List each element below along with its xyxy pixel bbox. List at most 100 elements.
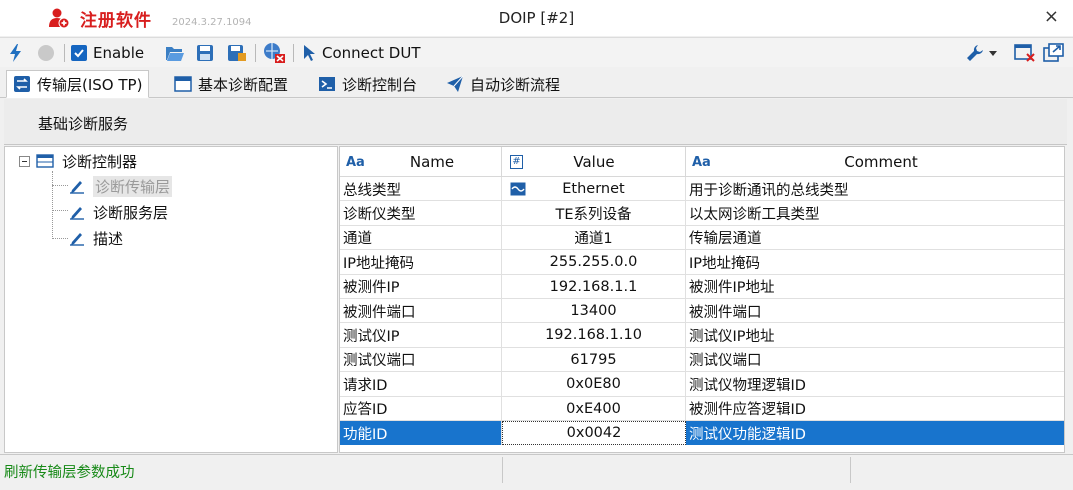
pencil-icon <box>70 181 84 194</box>
table-row[interactable]: 被测件端口 13400 被测件端口 <box>340 299 1064 324</box>
cell-name[interactable]: 通道 <box>340 225 502 250</box>
close-window-button[interactable] <box>1014 42 1036 64</box>
enable-checkbox[interactable]: Enable <box>71 42 144 64</box>
network-disconnect-icon <box>264 43 285 63</box>
cell-comment[interactable]: 用于诊断通讯的总线类型 <box>686 177 1064 201</box>
cell-value[interactable]: TE系列设备 <box>502 201 686 226</box>
cell-value-text: 255.255.0.0 <box>549 254 638 271</box>
save-icon <box>197 45 213 61</box>
window-popout-icon <box>1043 43 1064 62</box>
tree-node-service[interactable]: 诊断服务层 <box>69 201 168 223</box>
tree-node-transport[interactable]: 诊断传输层 <box>69 175 173 197</box>
tree-node-label: 诊断传输层 <box>93 175 173 197</box>
table-row[interactable]: IP地址掩码 255.255.0.0 IP地址掩码 <box>340 250 1064 275</box>
cell-comment[interactable]: 测试仪IP地址 <box>686 323 1064 347</box>
tree-connector <box>52 171 53 239</box>
cell-comment[interactable]: 测试仪端口 <box>686 348 1064 372</box>
tab-console[interactable]: 诊断控制台 <box>312 70 423 98</box>
table-row[interactable]: 功能ID 0x0042 测试仪功能逻辑ID <box>340 421 1064 446</box>
cell-name[interactable]: IP地址掩码 <box>340 250 502 275</box>
column-label: Comment <box>844 153 918 171</box>
toolbar-separator <box>255 44 256 62</box>
cell-value-text: 13400 <box>570 303 617 319</box>
cell-value[interactable]: 255.255.0.0 <box>502 250 686 275</box>
tab-bar: 传输层(ISO TP) 基本诊断配置 诊断控制台 自动诊断流程 <box>0 68 1073 98</box>
tab-label: 诊断控制台 <box>342 75 418 94</box>
cell-name[interactable]: 诊断仪类型 <box>340 201 502 226</box>
cell-name[interactable]: 被测件端口 <box>340 299 502 323</box>
table-row[interactable]: 测试仪IP 192.168.1.10 测试仪IP地址 <box>340 323 1064 348</box>
tree-connector <box>52 210 68 211</box>
cell-name[interactable]: 测试仪端口 <box>340 347 502 372</box>
cell-value[interactable]: 0x0E80 <box>502 372 686 397</box>
cell-value[interactable]: Ethernet <box>502 177 686 201</box>
table-row[interactable]: 请求ID 0x0E80 测试仪物理逻辑ID <box>340 372 1064 397</box>
close-button[interactable]: × <box>1044 6 1059 27</box>
cell-value-text: 192.168.1.10 <box>545 327 642 344</box>
column-label: Value <box>573 153 615 171</box>
detach-window-button[interactable] <box>1043 42 1065 64</box>
cell-value[interactable]: 61795 <box>502 347 686 372</box>
save-button[interactable] <box>196 42 214 64</box>
ethernet-wave-icon <box>510 182 526 196</box>
table-icon <box>36 154 54 168</box>
toolbar-separator <box>64 44 65 62</box>
window-title: DOIP [#2] <box>498 9 575 27</box>
pencil-icon <box>70 207 84 220</box>
cell-comment[interactable]: 测试仪物理逻辑ID <box>686 372 1064 396</box>
column-header-name[interactable]: Aa Name <box>340 147 502 177</box>
cell-name[interactable]: 被测件IP <box>340 274 502 299</box>
lightning-button[interactable] <box>8 42 24 64</box>
collapse-icon[interactable] <box>19 155 30 167</box>
tree-node-description[interactable]: 描述 <box>69 227 123 249</box>
column-header-comment[interactable]: Aa Comment <box>686 147 1064 177</box>
cell-comment[interactable]: 被测件应答逻辑ID <box>686 397 1064 421</box>
cell-value[interactable]: 13400 <box>502 299 686 323</box>
open-folder-button[interactable] <box>165 42 185 64</box>
table-row[interactable]: 测试仪端口 61795 测试仪端口 <box>340 347 1064 373</box>
cell-name[interactable]: 功能ID <box>340 421 502 445</box>
tree-node-label: 描述 <box>93 229 124 248</box>
cell-comment[interactable]: 测试仪功能逻辑ID <box>686 421 1064 445</box>
tab-auto-flow[interactable]: 自动诊断流程 <box>440 70 566 98</box>
cell-value-text: 192.168.1.1 <box>549 278 638 295</box>
table-row[interactable]: 总线类型 Ethernet 用于诊断通讯的总线类型 <box>340 177 1064 202</box>
checkmark-icon <box>71 45 87 61</box>
window-icon <box>174 76 192 92</box>
table-row[interactable]: 应答ID 0xE400 被测件应答逻辑ID <box>340 396 1064 421</box>
cell-value[interactable]: 通道1 <box>502 225 686 250</box>
column-header-value[interactable]: # Value <box>502 147 686 177</box>
save-as-button[interactable] <box>227 42 247 64</box>
toolbar-separator <box>293 44 294 62</box>
table-row[interactable]: 诊断仪类型 TE系列设备 以太网诊断工具类型 <box>340 201 1064 226</box>
cell-value[interactable]: 0x0042 <box>502 421 686 445</box>
tab-basic-config[interactable]: 基本诊断配置 <box>168 70 294 98</box>
connect-dut-button[interactable]: Connect DUT <box>302 42 420 64</box>
record-button[interactable] <box>36 42 56 64</box>
cell-name[interactable]: 请求ID <box>340 372 502 397</box>
cell-comment[interactable]: 被测件IP地址 <box>686 275 1064 299</box>
cell-value-text: 通道1 <box>574 231 613 248</box>
tab-transport-layer[interactable]: 传输层(ISO TP) <box>6 70 150 98</box>
cell-comment[interactable]: 传输层通道 <box>686 226 1064 250</box>
disconnect-button[interactable] <box>262 42 286 64</box>
cell-comment[interactable]: IP地址掩码 <box>686 250 1064 274</box>
cell-name[interactable]: 应答ID <box>340 396 502 421</box>
tree-node-label: 诊断控制器 <box>62 152 138 171</box>
cell-value[interactable]: 192.168.1.1 <box>502 274 686 299</box>
tree-root-node[interactable]: 诊断控制器 <box>19 150 137 172</box>
cell-comment[interactable]: 被测件端口 <box>686 299 1064 323</box>
cell-name[interactable]: 测试仪IP <box>340 323 502 348</box>
tab-label: 传输层(ISO TP) <box>37 75 143 94</box>
table-row[interactable]: 被测件IP 192.168.1.1 被测件IP地址 <box>340 274 1064 299</box>
cell-value[interactable]: 192.168.1.10 <box>502 323 686 348</box>
title-bar: 注册软件 2024.3.27.1094 DOIP [#2] × <box>0 0 1073 36</box>
table-row[interactable]: 通道 通道1 传输层通道 <box>340 225 1064 251</box>
status-segment <box>502 457 846 483</box>
cell-value[interactable]: 0xE400 <box>502 396 686 421</box>
cell-name[interactable]: 总线类型 <box>340 177 502 201</box>
section-header: 基础诊断服务 <box>4 99 1067 145</box>
tools-dropdown-button[interactable] <box>966 42 998 64</box>
status-bar: 刷新传输层参数成功 <box>0 454 1073 484</box>
cell-comment[interactable]: 以太网诊断工具类型 <box>686 201 1064 225</box>
